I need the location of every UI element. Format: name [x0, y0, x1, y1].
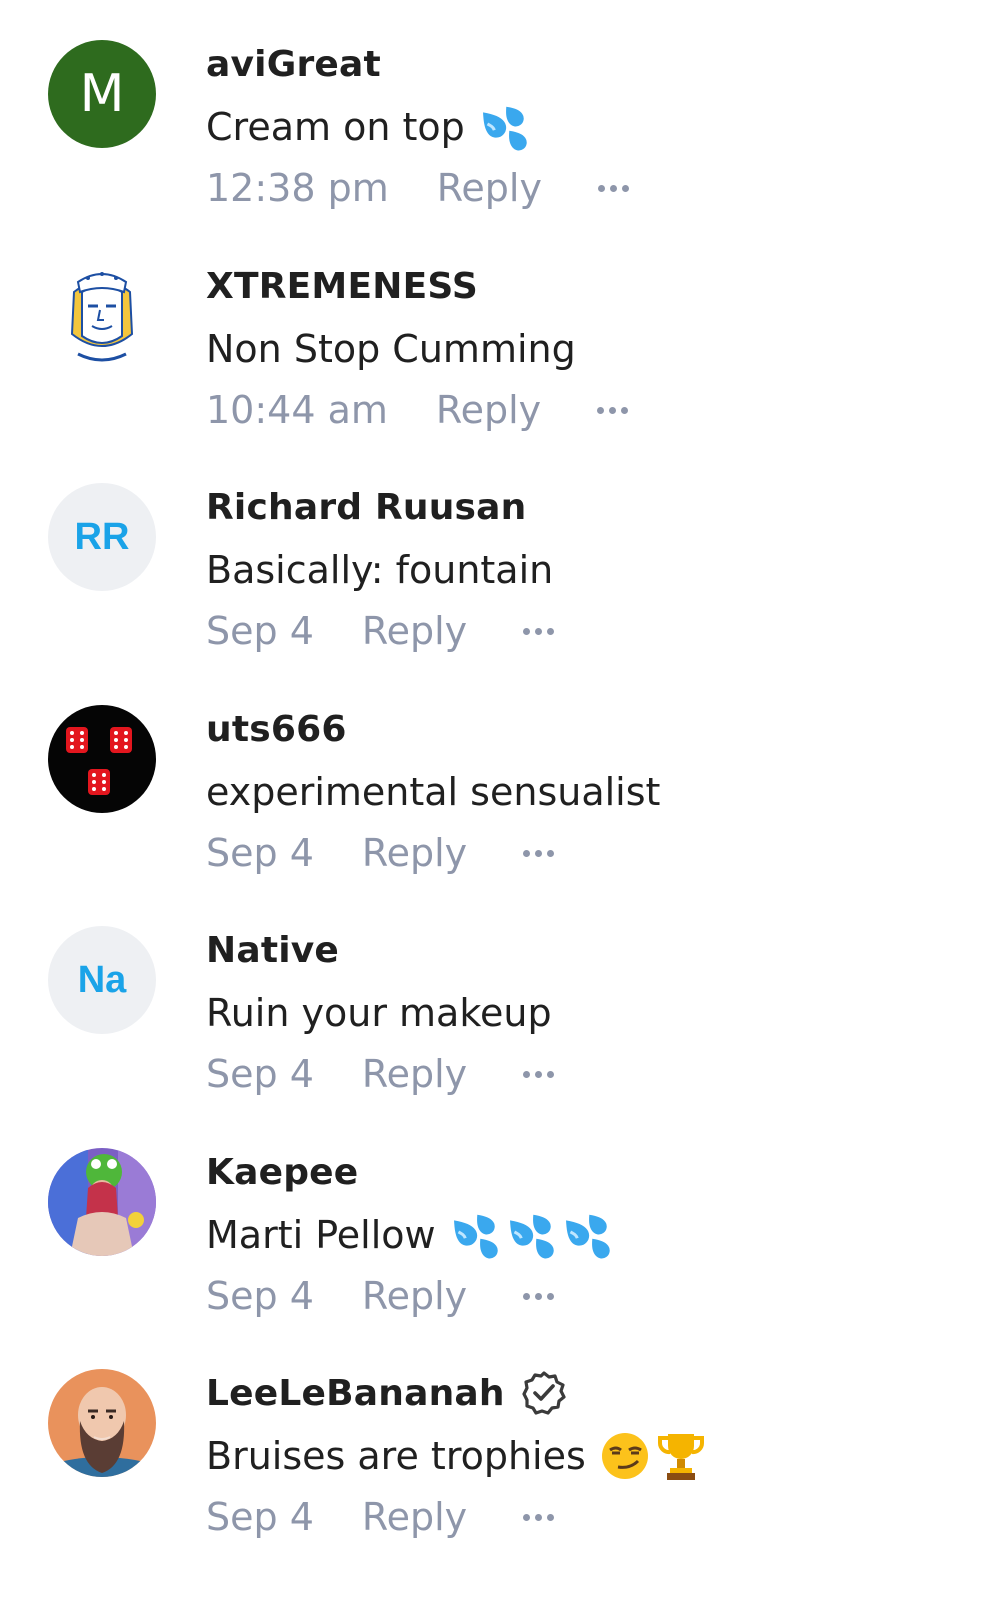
- comment-text: Basically: fountain: [206, 548, 554, 592]
- username-row: Kaepee: [206, 1148, 984, 1196]
- comment-body: Native Ruin your makeup Sep 4 Reply: [206, 926, 984, 1102]
- comment-body: Kaepee Marti Pellow Sep 4 Reply: [206, 1148, 984, 1324]
- comment-text-row: Basically: fountain: [206, 539, 984, 601]
- comment-item: uts666 experimental sensualist Sep 4 Reply: [0, 665, 1004, 895]
- username-row: aviGreat: [206, 40, 984, 88]
- comment-meta: Sep 4 Reply: [206, 825, 984, 881]
- timestamp: 12:38 pm: [206, 166, 389, 210]
- avatar-letter: M: [79, 64, 125, 124]
- reply-button[interactable]: Reply: [362, 609, 467, 653]
- more-options-icon[interactable]: [597, 173, 629, 203]
- red-dice-avatar[interactable]: [48, 705, 156, 813]
- avatar[interactable]: M: [48, 40, 156, 148]
- comment-meta: 10:44 am Reply: [206, 382, 984, 438]
- username-row: Native: [206, 926, 984, 974]
- comment-body: aviGreat Cream on top 12:38 pm Reply: [206, 40, 984, 216]
- emoji-group: [479, 102, 529, 152]
- sweat-droplets-emoji: [506, 1210, 556, 1260]
- avatar-initials: Na: [77, 958, 127, 1001]
- username[interactable]: uts666: [206, 709, 347, 750]
- comment-item: Na Native Ruin your makeup Sep 4 Reply: [0, 886, 1004, 1116]
- username[interactable]: Native: [206, 930, 339, 971]
- more-options-icon[interactable]: [523, 616, 555, 646]
- comment-body: XTREMENESS Non Stop Cumming 10:44 am Reply: [206, 262, 984, 438]
- comment-meta: 12:38 pm Reply: [206, 160, 984, 216]
- more-options-icon[interactable]: [523, 838, 555, 868]
- more-options-icon[interactable]: [523, 1502, 555, 1532]
- comment-item: RR Richard Ruusan Basically: fountain Sep 4…: [0, 443, 1004, 673]
- smirking-face-emoji: [600, 1431, 650, 1481]
- photo-avatar[interactable]: [48, 1148, 156, 1256]
- bearded-man-avatar[interactable]: [48, 1369, 156, 1477]
- comment-text: experimental sensualist: [206, 770, 661, 814]
- comment-meta: Sep 4 Reply: [206, 1489, 984, 1545]
- comment-text: Bruises are trophies: [206, 1434, 586, 1478]
- reply-button[interactable]: Reply: [362, 1274, 467, 1318]
- username-row: XTREMENESS: [206, 262, 984, 310]
- comment-text: Marti Pellow: [206, 1213, 436, 1257]
- username[interactable]: Richard Ruusan: [206, 487, 527, 528]
- username[interactable]: XTREMENESS: [206, 266, 478, 307]
- username[interactable]: LeeLeBananah: [206, 1373, 505, 1414]
- comment-text-row: Non Stop Cumming: [206, 318, 984, 380]
- timestamp: Sep 4: [206, 831, 314, 875]
- timestamp: Sep 4: [206, 1052, 314, 1096]
- avatar[interactable]: Na: [48, 926, 156, 1034]
- more-options-icon[interactable]: [523, 1281, 555, 1311]
- comment-meta: Sep 4 Reply: [206, 1046, 984, 1102]
- comment-item: MaviGreat Cream on top 12:38 pm Reply: [0, 0, 1004, 230]
- sweat-droplets-emoji: [562, 1210, 612, 1260]
- timestamp: Sep 4: [206, 1274, 314, 1318]
- username[interactable]: Kaepee: [206, 1152, 358, 1193]
- username-row: uts666: [206, 705, 984, 753]
- comment-item: XTREMENESS Non Stop Cumming 10:44 am Reply: [0, 222, 1004, 452]
- comment-text: Cream on top: [206, 105, 465, 149]
- comment-text: Non Stop Cumming: [206, 327, 576, 371]
- comment-text-row: Marti Pellow: [206, 1204, 984, 1266]
- comment-text-row: Bruises are trophies: [206, 1425, 984, 1487]
- reply-button[interactable]: Reply: [362, 1052, 467, 1096]
- emoji-group: [600, 1430, 706, 1482]
- comment-item: LeeLeBananah Bruises are trophies Sep 4 Rep…: [0, 1329, 1004, 1559]
- avatar-initials: RR: [74, 515, 130, 558]
- sweat-droplets-emoji: [479, 102, 529, 152]
- comment-text-row: Ruin your makeup: [206, 982, 984, 1044]
- timestamp: 10:44 am: [206, 388, 388, 432]
- comment-body: LeeLeBananah Bruises are trophies Sep 4 Rep…: [206, 1369, 984, 1545]
- more-options-icon[interactable]: [597, 395, 629, 425]
- username-row: LeeLeBananah: [206, 1369, 984, 1417]
- comment-body: Richard Ruusan Basically: fountain Sep 4 Re…: [206, 483, 984, 659]
- sweat-droplets-emoji: [450, 1210, 500, 1260]
- timestamp: Sep 4: [206, 1495, 314, 1539]
- username[interactable]: aviGreat: [206, 44, 381, 85]
- verified-badge-icon: [521, 1370, 567, 1416]
- comment-item: Kaepee Marti Pellow Sep 4 Reply: [0, 1108, 1004, 1338]
- comment-meta: Sep 4 Reply: [206, 1268, 984, 1324]
- username-row: Richard Ruusan: [206, 483, 984, 531]
- reply-button[interactable]: Reply: [437, 166, 542, 210]
- trophy-emoji: [656, 1430, 706, 1482]
- reply-button[interactable]: Reply: [436, 388, 541, 432]
- comment-text-row: Cream on top: [206, 96, 984, 158]
- sketch-face-avatar[interactable]: [48, 262, 156, 370]
- comment-text-row: experimental sensualist: [206, 761, 984, 823]
- comment-text: Ruin your makeup: [206, 991, 552, 1035]
- emoji-group: [450, 1210, 612, 1260]
- comment-body: uts666 experimental sensualist Sep 4 Reply: [206, 705, 984, 881]
- reply-button[interactable]: Reply: [362, 1495, 467, 1539]
- comment-meta: Sep 4 Reply: [206, 603, 984, 659]
- more-options-icon[interactable]: [523, 1059, 555, 1089]
- reply-button[interactable]: Reply: [362, 831, 467, 875]
- avatar[interactable]: RR: [48, 483, 156, 591]
- timestamp: Sep 4: [206, 609, 314, 653]
